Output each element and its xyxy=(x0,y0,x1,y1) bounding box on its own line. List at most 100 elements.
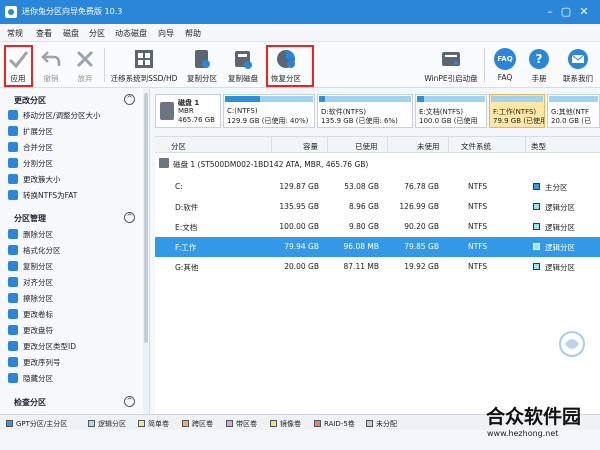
op-copy[interactable]: 复制分区 xyxy=(8,259,148,274)
cell-partition: C: xyxy=(175,182,183,191)
menu-partition[interactable]: 分区 xyxy=(89,28,105,39)
op-label: 删除分区 xyxy=(23,230,53,239)
convert-icon xyxy=(8,190,18,200)
migrate-os-button[interactable]: 迁移系统到SSD/HD xyxy=(108,45,180,85)
op-split[interactable]: 分割分区 xyxy=(8,156,148,171)
discard-button[interactable]: 放弃 xyxy=(70,45,100,85)
undo-label: 撤销 xyxy=(43,74,59,83)
resize-icon xyxy=(8,110,18,120)
hide-icon xyxy=(8,373,18,383)
op-cluster-size[interactable]: 更改簇大小 xyxy=(8,172,148,187)
collapse-chevron-icon[interactable]: ^ xyxy=(124,396,135,407)
cell-partition: G:其他 xyxy=(175,263,199,272)
table-row[interactable]: C: 129.87 GB 53.08 GB 76.78 GB NTFS 主分区 xyxy=(155,177,600,197)
cell-filesystem: NTFS xyxy=(468,262,488,271)
maximize-icon[interactable]: ▢ xyxy=(558,4,574,20)
collapse-chevron-icon[interactable]: ^ xyxy=(124,94,135,105)
disk-map-partition-f[interactable]: F:工作(NTFS) 79.9 GB (已使用 xyxy=(489,94,545,128)
cell-used: 8.96 GB xyxy=(348,202,379,211)
col-type[interactable]: 类型 xyxy=(531,141,546,152)
extend-icon xyxy=(8,126,18,136)
faq-button[interactable]: FAQ FAQ xyxy=(490,45,520,85)
op-hide[interactable]: 隐藏分区 xyxy=(8,371,148,386)
scrollbar-thumb[interactable] xyxy=(144,93,148,343)
table-row[interactable]: G:其他 20.00 GB 87.11 MB 19.92 GB NTFS 逻辑分… xyxy=(155,257,600,277)
copy-disk-button[interactable]: 复制磁盘 xyxy=(224,45,262,85)
op-change-type-id[interactable]: 更改分区类型ID xyxy=(8,339,148,354)
op-label: 格式化分区 xyxy=(23,246,61,255)
delete-icon xyxy=(8,229,18,239)
menu-dynamic-disk[interactable]: 动态磁盘 xyxy=(115,28,147,39)
undo-icon xyxy=(41,51,61,66)
close-icon[interactable]: ✕ xyxy=(576,4,592,20)
op-extend[interactable]: 扩展分区 xyxy=(8,124,148,139)
disk-map-partition-g[interactable]: G:其他(NTF 20.0 GB (已 xyxy=(547,94,600,128)
op-change-label[interactable]: 更改卷标 xyxy=(8,307,148,322)
discard-label: 放弃 xyxy=(77,74,93,83)
legend-label: 未分配 xyxy=(376,420,397,428)
disk-map-partition-d[interactable]: D:软件(NTFS) 135.9 GB (已使用: 6%) xyxy=(317,94,413,128)
left-panel-scrollbar[interactable] xyxy=(143,89,149,414)
minimize-icon[interactable]: – xyxy=(542,4,558,20)
disk-group-row[interactable]: 磁盘 1 (ST500DM002-1BD142 ATA, MBR, 465.76… xyxy=(155,155,600,171)
table-row-selected[interactable]: F:工作 79.94 GB 96.08 MB 79.85 GB NTFS 逻辑分… xyxy=(155,237,600,257)
menu-wizard[interactable]: 向导 xyxy=(158,28,174,39)
op-wipe[interactable]: 擦除分区 xyxy=(8,291,148,306)
col-used[interactable]: 已使用 xyxy=(355,141,378,152)
cell-capacity: 135.95 GB xyxy=(279,202,319,211)
disk-group-label: 磁盘 1 (ST500DM002-1BD142 ATA, MBR, 465.76… xyxy=(173,160,369,169)
cell-capacity: 100.00 GB xyxy=(279,222,319,231)
windows-migrate-icon xyxy=(135,50,153,68)
menu-bar: 常规 查看 磁盘 分区 动态磁盘 向导 帮助 xyxy=(0,24,600,42)
op-change-serial[interactable]: 更改序列号 xyxy=(8,355,148,370)
usage-bar xyxy=(319,96,411,102)
op-format[interactable]: 格式化分区 xyxy=(8,243,148,258)
contact-button[interactable]: 联系我们 xyxy=(558,45,598,85)
col-capacity[interactable]: 容量 xyxy=(303,141,318,152)
op-change-letter[interactable]: 更改盘符 xyxy=(8,323,148,338)
op-ntfs-to-fat[interactable]: 转换NTFS为FAT xyxy=(8,188,148,203)
cell-capacity: 20.00 GB xyxy=(284,262,319,271)
contact-label: 联系我们 xyxy=(563,74,593,83)
table-row[interactable]: E:文档 100.00 GB 9.80 GB 90.20 GB NTFS 逻辑分… xyxy=(155,217,600,237)
faq-label: FAQ xyxy=(497,73,513,82)
disk-map-partition-c[interactable]: C:(NTFS) 129.9 GB (已使用: 40%) xyxy=(223,94,315,128)
legend-swatch xyxy=(182,420,189,427)
partition-info: 135.9 GB (已使用: 6%) xyxy=(321,117,398,125)
winpe-button[interactable]: WinPE引启动盘 xyxy=(422,45,480,85)
watermark-brand: 合众软件园 xyxy=(486,406,582,428)
help-question-icon: ? xyxy=(529,49,549,69)
op-align[interactable]: 对齐分区 xyxy=(8,275,148,290)
legend-label: RAID-5卷 xyxy=(324,420,355,428)
col-free[interactable]: 未使用 xyxy=(417,141,440,152)
menu-disk[interactable]: 磁盘 xyxy=(63,28,79,39)
table-row[interactable]: D:软件 135.95 GB 8.96 GB 126.99 GB NTFS 逻辑… xyxy=(155,197,600,217)
disk-map-partition-e[interactable]: E:文档(NTFS) 100.0 GB (已使用 xyxy=(415,94,487,128)
hard-disk-icon xyxy=(159,158,169,168)
disk-map-label[interactable]: 磁盘 1 MBR 465.76 GB xyxy=(155,94,221,128)
copy-partition-button[interactable]: 复制分区 xyxy=(184,45,220,85)
menu-help[interactable]: 帮助 xyxy=(185,28,201,39)
table-header: 分区 容量 已使用 未使用 文件系统 类型 xyxy=(155,137,600,153)
toolbar-divider xyxy=(484,48,485,82)
cell-type: 逻辑分区 xyxy=(545,203,575,212)
op-delete[interactable]: 删除分区 xyxy=(8,227,148,242)
col-partition[interactable]: 分区 xyxy=(171,141,186,152)
usage-bar xyxy=(225,96,313,102)
cell-partition: F:工作 xyxy=(175,243,197,252)
col-filesystem[interactable]: 文件系统 xyxy=(461,141,491,152)
legend-swatch xyxy=(226,420,233,427)
manual-button[interactable]: ? 手册 xyxy=(524,45,554,85)
usage-bar xyxy=(417,96,485,102)
column-divider xyxy=(525,137,526,153)
logical-partition-icon xyxy=(533,243,540,250)
undo-button[interactable]: 撤销 xyxy=(36,45,66,85)
menu-general[interactable]: 常规 xyxy=(7,28,23,39)
collapse-chevron-icon[interactable]: ^ xyxy=(124,212,135,223)
op-merge[interactable]: 合并分区 xyxy=(8,140,148,155)
faq-icon: FAQ xyxy=(494,48,516,70)
hard-disk-icon xyxy=(160,102,174,120)
op-label: 合并分区 xyxy=(23,143,53,152)
menu-view[interactable]: 查看 xyxy=(36,28,52,39)
op-move-resize[interactable]: 移动分区/调整分区大小 xyxy=(8,108,148,123)
